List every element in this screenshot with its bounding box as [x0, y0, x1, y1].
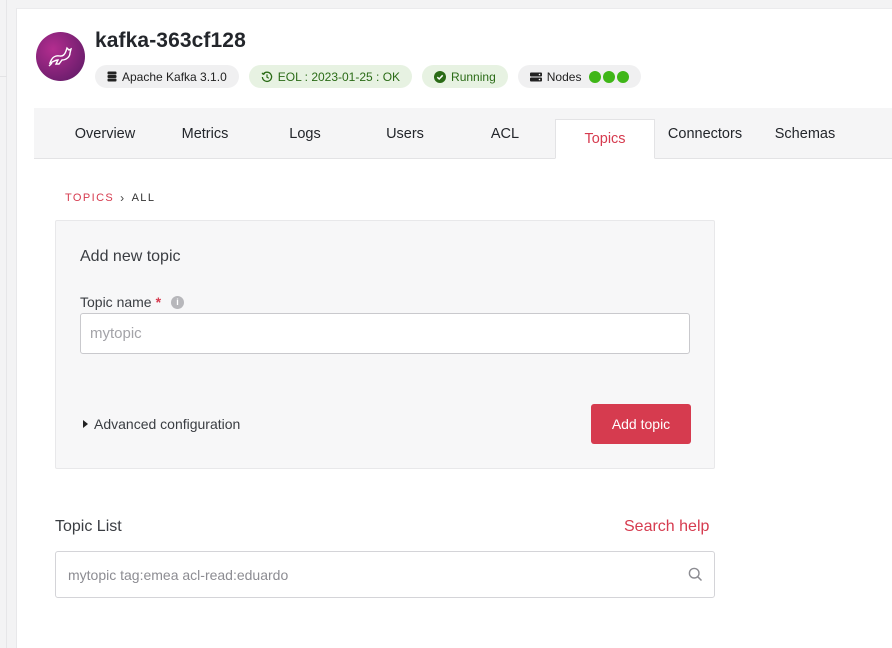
kafka-logo-icon [36, 32, 85, 81]
info-icon[interactable]: i [171, 295, 185, 309]
breadcrumb: TOPICS › ALL [65, 191, 155, 205]
advanced-configuration-label: Advanced configuration [94, 416, 241, 432]
breadcrumb-topics-link[interactable]: TOPICS [65, 192, 114, 204]
topic-name-label-text: Topic name [80, 294, 152, 310]
breadcrumb-current: ALL [131, 192, 156, 204]
service-badges: Apache Kafka 3.1.0 EOL : 2023-01-25 : OK… [95, 65, 642, 88]
status-badge: Running [422, 65, 508, 88]
tab-connectors[interactable]: Connectors [655, 108, 755, 159]
eol-label: EOL : 2023-01-25 : OK [277, 69, 401, 84]
tab-topics[interactable]: Topics [555, 119, 655, 159]
add-topic-button[interactable]: Add topic [591, 404, 691, 444]
topic-list-title: Topic List [55, 518, 122, 535]
search-icon[interactable] [688, 567, 703, 582]
tab-users[interactable]: Users [355, 108, 455, 159]
node-dot [589, 70, 602, 83]
service-title: kafka-363cf128 [95, 29, 246, 52]
required-mark: * [155, 294, 162, 310]
search-help-link[interactable]: Search help [624, 518, 709, 536]
tab-overview[interactable]: Overview [55, 108, 155, 159]
topic-name-input[interactable] [80, 313, 690, 354]
tab-metrics[interactable]: Metrics [155, 108, 255, 159]
add-topic-card: Add new topic Topic name* i Advanced con… [55, 220, 715, 469]
caret-right-icon [83, 420, 88, 428]
topic-search-input[interactable] [56, 552, 676, 597]
nodes-label: Nodes [546, 69, 582, 84]
status-label: Running [451, 69, 496, 84]
add-topic-title: Add new topic [80, 248, 181, 265]
node-dot [603, 70, 616, 83]
server-icon [529, 72, 542, 81]
topic-search-box [55, 551, 715, 598]
tab-schemas[interactable]: Schemas [755, 108, 855, 159]
service-tabs: Overview Metrics Logs Users ACL Topics C… [34, 108, 892, 159]
version-label: Apache Kafka 3.1.0 [122, 69, 227, 84]
chevron-right-icon: › [120, 191, 126, 205]
tab-acl[interactable]: ACL [455, 108, 555, 159]
node-dot [617, 70, 630, 83]
node-status-dots [589, 70, 630, 83]
tab-logs[interactable]: Logs [255, 108, 355, 159]
advanced-configuration-toggle[interactable]: Advanced configuration [83, 416, 240, 432]
version-badge: Apache Kafka 3.1.0 [95, 65, 239, 88]
check-circle-icon [434, 70, 447, 83]
sidebar-strip [0, 0, 7, 648]
eol-badge: EOL : 2023-01-25 : OK [248, 65, 413, 88]
database-icon [107, 71, 117, 82]
topic-name-label: Topic name * i [80, 294, 185, 310]
nodes-badge: Nodes [517, 65, 642, 88]
history-icon [261, 71, 272, 82]
sidebar-divider [0, 76, 7, 77]
